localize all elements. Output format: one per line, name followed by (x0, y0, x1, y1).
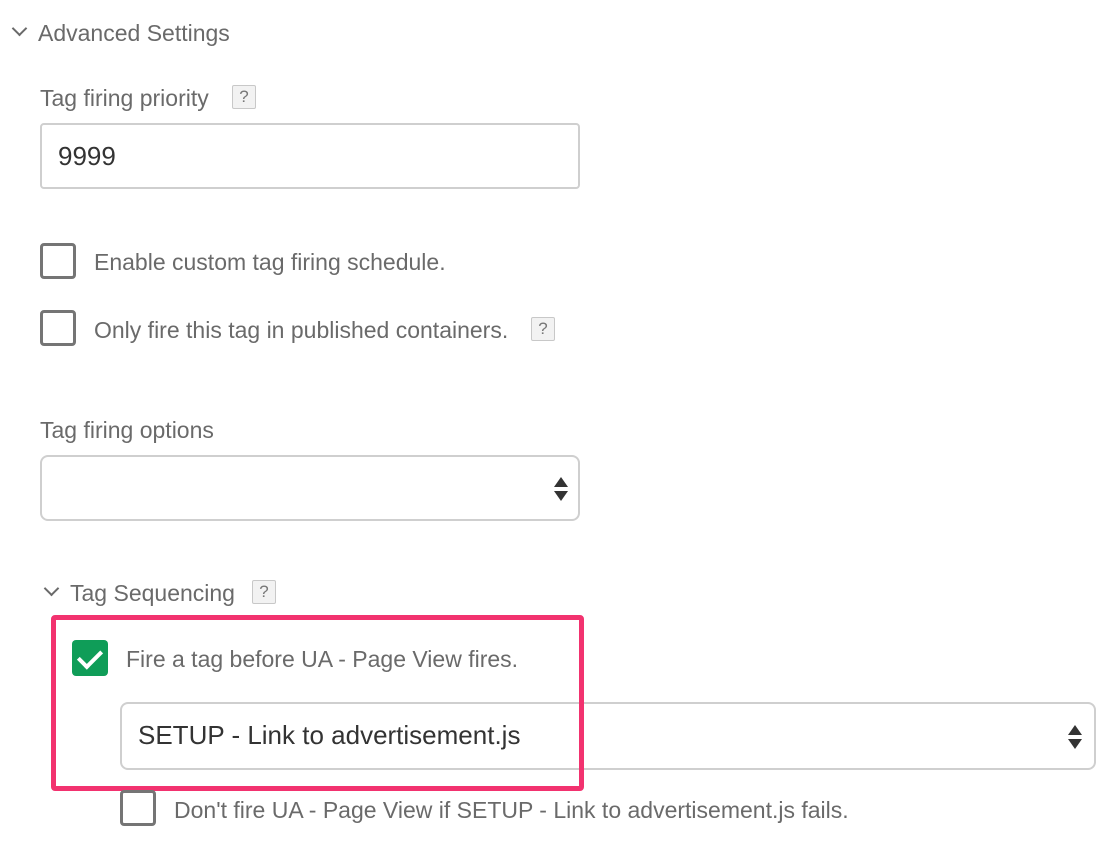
select-arrows-icon (554, 477, 568, 503)
checkmark-icon (76, 643, 104, 670)
fire-before-checkbox[interactable] (72, 640, 108, 676)
help-icon[interactable]: ? (531, 317, 555, 341)
tag-sequencing-title: Tag Sequencing (70, 580, 235, 606)
setup-tag-select[interactable]: SETUP - Link to advertisement.js (120, 702, 1096, 770)
tag-firing-options-label: Tag firing options (40, 417, 214, 443)
help-icon[interactable]: ? (232, 85, 256, 109)
custom-schedule-label: Enable custom tag firing schedule. (94, 249, 446, 275)
published-only-checkbox[interactable] (40, 310, 76, 346)
tag-firing-options-select[interactable] (40, 455, 580, 521)
advanced-settings-title: Advanced Settings (38, 20, 230, 46)
custom-schedule-checkbox[interactable] (40, 243, 76, 279)
chevron-down-icon (43, 580, 60, 597)
tag-sequencing-toggle[interactable]: Tag Sequencing (40, 578, 250, 610)
fire-before-label: Fire a tag before UA - Page View fires. (126, 646, 519, 672)
chevron-down-icon (11, 20, 28, 37)
advanced-settings-page: Advanced Settings Tag firing priority ? … (0, 0, 1104, 858)
select-arrows-icon (1068, 725, 1082, 751)
setup-tag-value: SETUP - Link to advertisement.js (138, 720, 521, 750)
help-icon[interactable]: ? (252, 580, 276, 604)
dont-fire-label: Don't fire UA - Page View if SETUP - Lin… (174, 797, 849, 823)
dont-fire-checkbox[interactable] (120, 790, 156, 826)
tag-firing-priority-label: Tag firing priority (40, 85, 209, 111)
tag-firing-priority-input[interactable]: 9999 (40, 123, 580, 189)
published-only-label: Only fire this tag in published containe… (94, 317, 509, 343)
advanced-settings-toggle[interactable]: Advanced Settings (8, 18, 248, 50)
